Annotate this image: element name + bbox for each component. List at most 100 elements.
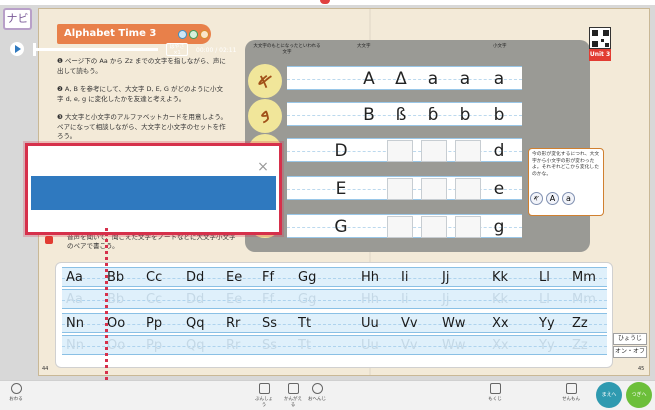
header-uppercase: 大文字 [357,44,371,49]
viewer: ナビ Alphabet Time 3 ❶ ページ下の Aa から Zz までの文… [0,0,655,410]
trace-pair: Hh [361,292,380,307]
trace-pair: Rr [226,338,241,353]
letter-pair[interactable]: Mm [572,268,596,288]
trace-pair: Ll [539,292,550,307]
unit-badge: Unit 3 [589,49,611,61]
letter-pair[interactable]: Yy [539,314,555,334]
hint-bubble: 今の形が変化するにつれ、大文字から小文字の形が変わったよ。それぞれどこから変化し… [528,148,604,216]
blank-box[interactable] [387,140,413,162]
letter-pair[interactable]: Rr [226,314,240,334]
trace-pair: Nn [66,338,84,353]
on-off-button[interactable]: オン・オフ [613,346,647,358]
letter-pair[interactable]: Gg [298,268,316,288]
trace-pair: Gg [298,292,317,307]
blank-box[interactable] [455,178,481,200]
letter-row-b: B ß ɓ b b [287,102,522,126]
letter-pair[interactable]: Ll [539,268,550,288]
audio-marker-icon[interactable] [45,236,53,244]
alphabet-trace-row-2: Nn Oo Pp Qq Rr Ss Tt Uu Vv Ww Xx Yy Zz [62,335,607,355]
prev-page-button[interactable]: まえへ [596,382,622,408]
letter-pair[interactable]: Hh [361,268,379,288]
origin-glyph: 𐤀 [248,64,282,98]
uppercase-cell: B [363,105,375,125]
lowercase-cell: e [493,179,505,199]
blank-box[interactable] [421,178,447,200]
next-page-button[interactable]: つぎへ [626,382,652,408]
answer-button[interactable]: おへんじ [306,383,328,402]
speed-button[interactable]: はやさ ×1 [166,43,188,56]
think-button[interactable]: かんがえる [282,383,304,408]
letter-pair[interactable]: Jj [442,268,449,288]
letter-pair[interactable]: Kk [492,268,508,288]
trace-pair: Jj [442,292,450,307]
trace-pair: Ss [262,338,278,353]
glyph-icon: 𐤀 [530,192,543,205]
camera-icon [287,383,299,394]
letter-row-a: A Δ a a a [287,66,522,90]
letter-pair[interactable]: Oo [107,314,125,334]
letter-pair[interactable]: Bb [107,268,124,288]
letter-pair[interactable]: Cc [146,268,162,288]
letter-pair[interactable]: Ii [401,268,408,288]
quit-button[interactable]: おわる [5,383,27,402]
trace-pair: Uu [361,338,379,353]
letter-pair[interactable]: Zz [572,314,588,334]
letter-pair[interactable]: Ww [442,314,466,334]
page-number-right: 45 [638,366,645,372]
letter-pair[interactable]: Ee [226,268,242,288]
expand-icon [565,383,577,394]
blank-box[interactable] [455,216,481,238]
letter-pair[interactable]: Aa [66,268,83,288]
trace-pair: Ww [442,338,466,353]
progress-track[interactable] [33,48,158,51]
letter-pair[interactable]: Tt [298,314,311,334]
power-icon [10,383,22,394]
evolution-cell: a [427,69,439,89]
letter-pair[interactable]: Ff [262,268,274,288]
evolution-cell: b [459,105,471,125]
display-toggle-button[interactable]: ひょうじ [613,333,647,345]
letter-pair[interactable]: Uu [361,314,379,334]
header-origin: 大文字のもとになったといわれる文字 [253,44,321,55]
glyph-icon: A [546,192,559,205]
letter-pair[interactable]: Vv [401,314,418,334]
trace-pair: Dd [186,292,205,307]
letter-pair[interactable]: Xx [492,314,509,334]
expert-button[interactable]: せんもん [560,383,582,402]
trace-pair: Yy [539,338,555,353]
trace-pair: Cc [146,292,163,307]
trace-pair: Qq [186,338,205,353]
blank-box[interactable] [387,178,413,200]
uppercase-cell: G [334,217,348,237]
uppercase-cell: E [335,179,347,199]
letter-pair[interactable]: Dd [186,268,204,288]
blank-box[interactable] [387,216,413,238]
trace-pair: Xx [492,338,509,353]
trace-pair: Ff [262,292,275,307]
alphabet-row-2: Nn Oo Pp Qq Rr Ss Tt Uu Vv Ww Xx Yy Zz [62,313,607,333]
text-button[interactable]: ぶんしょう [253,383,275,408]
close-icon[interactable]: × [256,160,270,174]
contents-button[interactable]: もくじ [484,383,506,402]
qr-code-icon[interactable] [589,27,611,49]
audio-instruction: 音声を聞いて、聞こえた文字をノートなどに大文字小文字のペアで書こう。 [67,233,236,250]
letter-pair[interactable]: Pp [146,314,162,334]
blank-box[interactable] [421,216,447,238]
trace-pair: Oo [107,338,126,353]
top-bar [0,0,655,5]
play-icon[interactable] [10,42,24,56]
origin-glyph: 𐤁 [248,99,282,133]
blank-box[interactable] [455,140,481,162]
letter-pair[interactable]: Ss [262,314,277,334]
evolution-cell: ß [395,105,407,125]
nav-button[interactable]: ナビ [3,8,32,30]
progress-handle[interactable] [33,43,36,56]
letter-row-d: D d [287,138,522,162]
time-readout: 00:00 / 02:11 [196,47,237,54]
listen-icon [178,30,187,39]
letter-pair[interactable]: Nn [66,314,84,334]
letter-pair[interactable]: Qq [186,314,204,334]
blank-box[interactable] [421,140,447,162]
player-controls [31,176,276,210]
audio-player: × [25,143,282,235]
